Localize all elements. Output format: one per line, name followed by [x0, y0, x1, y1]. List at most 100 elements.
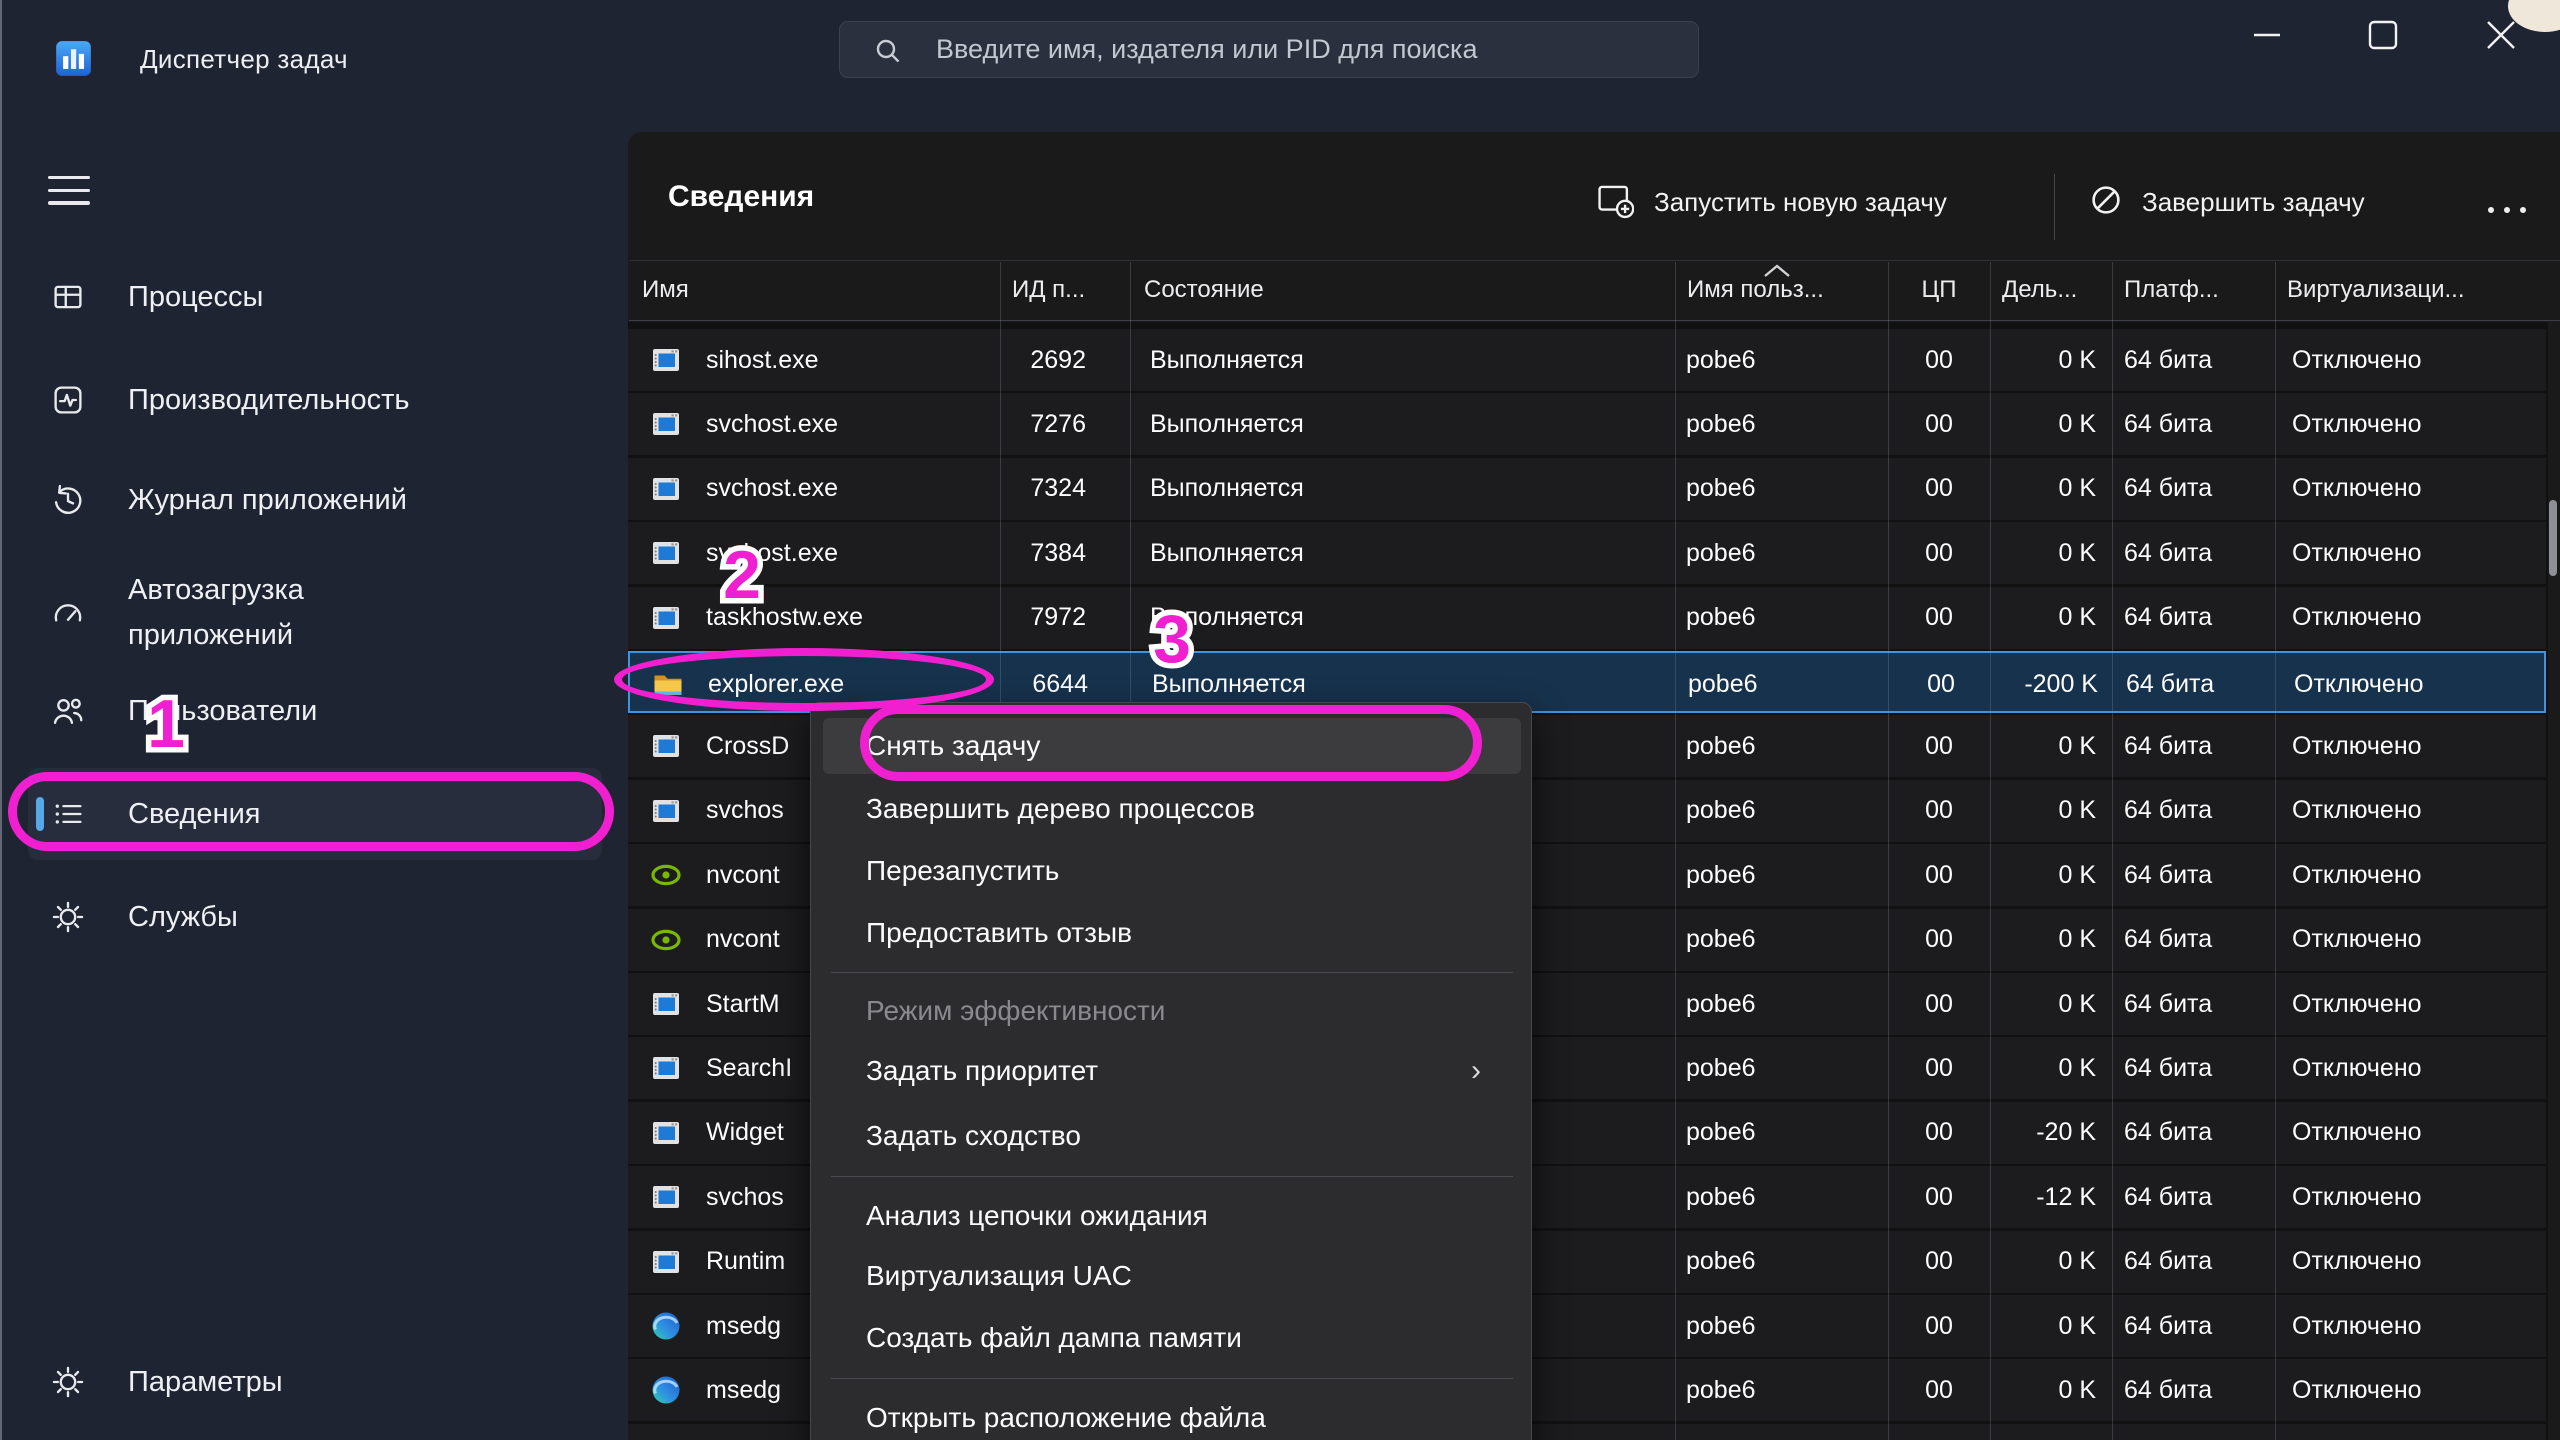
gauge-icon	[50, 595, 86, 631]
cell-delta: 0 K	[1978, 715, 2096, 777]
more-options-button[interactable]	[2478, 200, 2526, 218]
column-header-delta[interactable]: Дель...	[2002, 276, 2077, 304]
cell-cpu: 00	[1888, 1359, 1990, 1421]
cell-cpu: 00	[1888, 780, 1990, 842]
minimize-button[interactable]	[2242, 10, 2292, 60]
sidebar-item-details[interactable]: Сведения	[28, 768, 602, 860]
menu-item[interactable]: Предоставить отзыв	[823, 905, 1521, 961]
menu-item[interactable]: Виртуализация UAC	[823, 1248, 1521, 1304]
menu-item[interactable]: Перезапустить	[823, 843, 1521, 899]
menu-item[interactable]: Задать приоритет ›	[823, 1043, 1521, 1099]
menu-item-label: Завершить дерево процессов	[866, 793, 1255, 825]
sidebar-item-label: Производительность	[128, 378, 409, 423]
cell-uac: Отключено	[2292, 780, 2532, 842]
process-icon-app	[650, 473, 682, 505]
toolbar-divider	[2054, 174, 2055, 240]
sidebar-item-app-history[interactable]: Журнал приложений	[28, 454, 602, 546]
cell-delta: 0 K	[1978, 329, 2096, 391]
cell-delta: 0 K	[1978, 587, 2096, 649]
column-header-status[interactable]: Состояние	[1144, 276, 1264, 304]
pulse-icon	[50, 382, 86, 418]
menu-item[interactable]: Задать сходство	[823, 1108, 1521, 1164]
table-row[interactable]: taskhostw.exe7972Выполняетсяpobe6000 K64…	[628, 587, 2546, 649]
cell-delta: 0 K	[1978, 1231, 2096, 1293]
cell-uac: Отключено	[2292, 844, 2532, 906]
cell-uac: Отключено	[2292, 1166, 2532, 1228]
vertical-scrollbar[interactable]	[2549, 500, 2557, 576]
cell-cpu: 00	[1888, 1166, 1990, 1228]
cell-cpu: 00	[1888, 587, 1990, 649]
cell-uac: Отключено	[2292, 1424, 2532, 1440]
process-icon-edge	[650, 1374, 682, 1406]
menu-item-label: Открыть расположение файла	[866, 1402, 1266, 1434]
menu-item[interactable]: Завершить дерево процессов	[823, 781, 1521, 837]
cell-uac: Отключено	[2292, 973, 2532, 1035]
column-gridline	[1990, 262, 1991, 1440]
column-gridline	[2112, 262, 2113, 1440]
column-header-user[interactable]: Имя польз...	[1687, 276, 1824, 304]
table-row[interactable]: svchost.exe7324Выполняетсяpobe6000 K64 б…	[628, 458, 2546, 520]
table-row[interactable]: svchost.exe7384Выполняетсяpobe6000 K64 б…	[628, 522, 2546, 584]
cell-delta: 0 K	[1978, 1037, 2096, 1099]
process-icon-app	[650, 537, 682, 569]
table-header-underline	[629, 320, 2560, 321]
sidebar-item-users[interactable]: Пользователи	[28, 665, 602, 757]
context-menu: Снять задачу Завершить дерево процессов Пе…	[810, 702, 1532, 1440]
menu-item-label: Создать файл дампа памяти	[866, 1322, 1242, 1354]
sidebar-item-performance[interactable]: Производительность	[28, 354, 602, 446]
submenu-arrow-icon: ›	[1471, 1054, 1481, 1088]
menu-item-label: Задать приоритет	[866, 1055, 1098, 1087]
cell-uac: Отключено	[2292, 1037, 2532, 1099]
cell-uac: Отключено	[2292, 587, 2532, 649]
cell-delta: 0 K	[1978, 973, 2096, 1035]
cell-uac: Отключено	[2294, 653, 2534, 715]
cell-cpu: 00	[1888, 909, 1990, 971]
navigation-menu-button[interactable]	[48, 176, 90, 214]
menu-item[interactable]: Создать файл дампа памяти	[823, 1310, 1521, 1366]
cell-uac: Отключено	[2292, 1102, 2532, 1164]
menu-item-label: Режим эффективности	[866, 995, 1165, 1027]
page-title: Сведения	[668, 180, 814, 214]
column-header-platform[interactable]: Платф...	[2124, 276, 2219, 304]
table-row[interactable]: svchost.exe7276Выполняетсяpobe6000 K64 б…	[628, 393, 2546, 455]
maximize-button[interactable]	[2358, 10, 2408, 60]
run-new-task-icon	[1596, 181, 1634, 224]
end-task-button[interactable]: Завершить задачу	[2088, 182, 2418, 222]
cell-cpu: 00	[1888, 1037, 1990, 1099]
end-task-icon	[2088, 182, 2124, 223]
process-icon-app	[650, 602, 682, 634]
cell-status: Выполняется	[1150, 393, 1570, 455]
sidebar-item-processes[interactable]: Процессы	[28, 251, 602, 343]
sidebar-item-settings[interactable]: Параметры	[28, 1336, 602, 1428]
search-placeholder: Введите имя, издателя или PID для поиска	[936, 34, 1477, 65]
process-icon-app	[650, 344, 682, 376]
menu-item[interactable]: Открыть расположение файла	[823, 1390, 1521, 1440]
menu-item-label: Анализ цепочки ожидания	[866, 1200, 1208, 1232]
menu-item-label: Предоставить отзыв	[866, 917, 1132, 949]
sidebar-item-label: Автозагрузкаприложений	[128, 568, 304, 658]
gear-icon	[50, 1364, 86, 1400]
cell-cpu: 00	[1888, 329, 1990, 391]
menu-item[interactable]: Анализ цепочки ожидания	[823, 1188, 1521, 1244]
cell-uac: Отключено	[2292, 1295, 2532, 1357]
menu-item[interactable]: Снять задачу	[823, 718, 1521, 774]
menu-item-label: Виртуализация UAC	[866, 1260, 1132, 1292]
cell-uac: Отключено	[2292, 458, 2532, 520]
column-header-name[interactable]: Имя	[642, 276, 689, 304]
run-new-task-button[interactable]: Запустить новую задачу	[1596, 182, 2020, 222]
process-icon-app	[650, 1181, 682, 1213]
sort-ascending-icon	[1760, 262, 1794, 285]
table-row[interactable]: sihost.exe2692Выполняетсяpobe6000 K64 би…	[628, 329, 2546, 391]
sidebar-item-startup[interactable]: Автозагрузкаприложений	[28, 567, 602, 659]
sidebar-item-services[interactable]: Службы	[28, 871, 602, 963]
header-separator	[629, 260, 2560, 261]
column-header-cpu[interactable]: ЦП	[1888, 276, 1990, 304]
process-icon-app	[650, 1246, 682, 1278]
menu-item[interactable]: Режим эффективности	[823, 983, 1521, 1039]
sidebar-item-label: Пользователи	[128, 689, 317, 734]
cell-cpu: 00	[1888, 393, 1990, 455]
search-input[interactable]: Введите имя, издателя или PID для поиска	[839, 21, 1699, 78]
column-header-uac[interactable]: Виртуализаци...	[2287, 276, 2465, 304]
column-header-pid[interactable]: ИД п...	[1012, 276, 1085, 304]
window-left-border	[0, 0, 2, 1440]
